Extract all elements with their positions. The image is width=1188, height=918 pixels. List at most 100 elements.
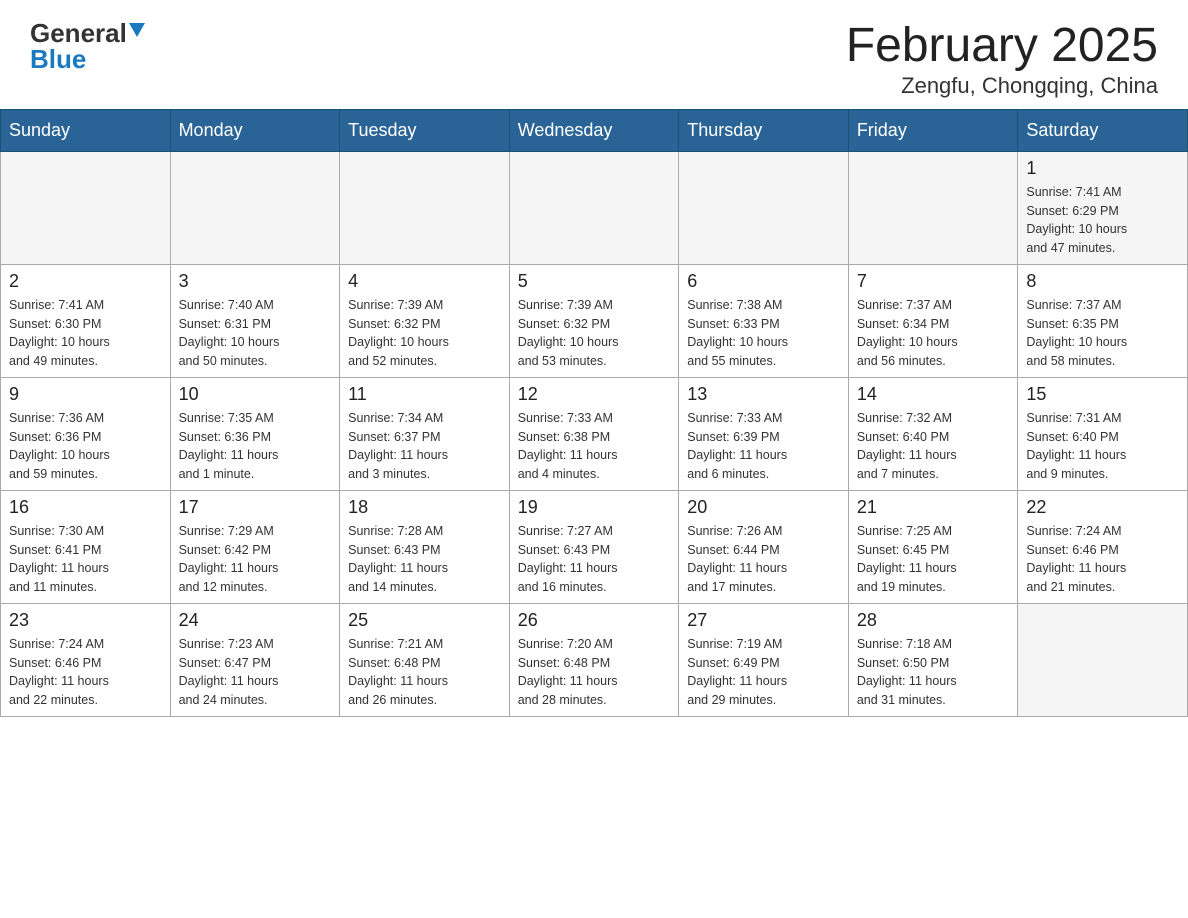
page-header: General Blue February 2025 Zengfu, Chong…: [0, 0, 1188, 109]
day-number: 12: [518, 384, 671, 405]
calendar-day: 19 Sunrise: 7:27 AM Sunset: 6:43 PM Dayli…: [509, 490, 679, 603]
week-row-3: 9 Sunrise: 7:36 AM Sunset: 6:36 PM Daylig…: [1, 377, 1188, 490]
col-monday: Monday: [170, 109, 340, 151]
day-number: 1: [1026, 158, 1179, 179]
day-info: Sunrise: 7:18 AM Sunset: 6:50 PM Dayligh…: [857, 635, 1010, 710]
week-row-5: 23 Sunrise: 7:24 AM Sunset: 6:46 PM Dayli…: [1, 603, 1188, 716]
calendar-day: [340, 151, 510, 264]
day-number: 19: [518, 497, 671, 518]
day-info: Sunrise: 7:34 AM Sunset: 6:37 PM Dayligh…: [348, 409, 501, 484]
day-info: Sunrise: 7:26 AM Sunset: 6:44 PM Dayligh…: [687, 522, 840, 597]
calendar-day: [170, 151, 340, 264]
day-number: 18: [348, 497, 501, 518]
calendar-day: 25Sunrise: 7:21 AM Sunset: 6:48 PM Dayli…: [340, 603, 510, 716]
day-number: 2: [9, 271, 162, 292]
calendar-day: 2 Sunrise: 7:41 AM Sunset: 6:30 PM Daylig…: [1, 264, 171, 377]
calendar-day: 17 Sunrise: 7:29 AM Sunset: 6:42 PM Dayli…: [170, 490, 340, 603]
day-number: 23: [9, 610, 162, 631]
day-info: Sunrise: 7:30 AM Sunset: 6:41 PM Dayligh…: [9, 522, 162, 597]
calendar-day: 28Sunrise: 7:18 AM Sunset: 6:50 PM Dayli…: [848, 603, 1018, 716]
col-sunday: Sunday: [1, 109, 171, 151]
calendar-day: 8Sunrise: 7:37 AM Sunset: 6:35 PM Daylig…: [1018, 264, 1188, 377]
day-number: 9: [9, 384, 162, 405]
col-wednesday: Wednesday: [509, 109, 679, 151]
calendar-header-row: Sunday Monday Tuesday Wednesday Thursday…: [1, 109, 1188, 151]
calendar-day: 14Sunrise: 7:32 AM Sunset: 6:40 PM Dayli…: [848, 377, 1018, 490]
calendar-day: [679, 151, 849, 264]
calendar-day: 22 Sunrise: 7:24 AM Sunset: 6:46 PM Dayli…: [1018, 490, 1188, 603]
calendar-day: 27 Sunrise: 7:19 AM Sunset: 6:49 PM Dayli…: [679, 603, 849, 716]
day-info: Sunrise: 7:39 AM Sunset: 6:32 PM Dayligh…: [348, 296, 501, 371]
day-info: Sunrise: 7:36 AM Sunset: 6:36 PM Dayligh…: [9, 409, 162, 484]
calendar-day: 16 Sunrise: 7:30 AM Sunset: 6:41 PM Dayli…: [1, 490, 171, 603]
day-info: Sunrise: 7:39 AM Sunset: 6:32 PM Dayligh…: [518, 296, 671, 371]
calendar-day: 10Sunrise: 7:35 AM Sunset: 6:36 PM Dayli…: [170, 377, 340, 490]
calendar-day: 24 Sunrise: 7:23 AM Sunset: 6:47 PM Dayli…: [170, 603, 340, 716]
calendar-day: 21 Sunrise: 7:25 AM Sunset: 6:45 PM Dayli…: [848, 490, 1018, 603]
day-number: 4: [348, 271, 501, 292]
day-info: Sunrise: 7:40 AM Sunset: 6:31 PM Dayligh…: [179, 296, 332, 371]
calendar-day: 4 Sunrise: 7:39 AM Sunset: 6:32 PM Daylig…: [340, 264, 510, 377]
day-info: Sunrise: 7:41 AM Sunset: 6:29 PM Dayligh…: [1026, 183, 1179, 258]
calendar-day: 23 Sunrise: 7:24 AM Sunset: 6:46 PM Dayli…: [1, 603, 171, 716]
day-number: 24: [179, 610, 332, 631]
day-info: Sunrise: 7:20 AM Sunset: 6:48 PM Dayligh…: [518, 635, 671, 710]
day-number: 11: [348, 384, 501, 405]
day-info: Sunrise: 7:27 AM Sunset: 6:43 PM Dayligh…: [518, 522, 671, 597]
day-info: Sunrise: 7:24 AM Sunset: 6:46 PM Dayligh…: [9, 635, 162, 710]
day-number: 5: [518, 271, 671, 292]
day-info: Sunrise: 7:21 AM Sunset: 6:48 PM Dayligh…: [348, 635, 501, 710]
day-info: Sunrise: 7:24 AM Sunset: 6:46 PM Dayligh…: [1026, 522, 1179, 597]
calendar-day: 20 Sunrise: 7:26 AM Sunset: 6:44 PM Dayli…: [679, 490, 849, 603]
calendar-day: 12Sunrise: 7:33 AM Sunset: 6:38 PM Dayli…: [509, 377, 679, 490]
calendar-day: 26 Sunrise: 7:20 AM Sunset: 6:48 PM Dayli…: [509, 603, 679, 716]
calendar-day: 9 Sunrise: 7:36 AM Sunset: 6:36 PM Daylig…: [1, 377, 171, 490]
calendar-day: 6 Sunrise: 7:38 AM Sunset: 6:33 PM Daylig…: [679, 264, 849, 377]
logo-blue-text: Blue: [30, 46, 86, 72]
day-info: Sunrise: 7:19 AM Sunset: 6:49 PM Dayligh…: [687, 635, 840, 710]
day-info: Sunrise: 7:41 AM Sunset: 6:30 PM Dayligh…: [9, 296, 162, 371]
calendar-day: [1018, 603, 1188, 716]
day-info: Sunrise: 7:29 AM Sunset: 6:42 PM Dayligh…: [179, 522, 332, 597]
day-info: Sunrise: 7:38 AM Sunset: 6:33 PM Dayligh…: [687, 296, 840, 371]
col-tuesday: Tuesday: [340, 109, 510, 151]
col-friday: Friday: [848, 109, 1018, 151]
calendar-day: 1 Sunrise: 7:41 AM Sunset: 6:29 PM Daylig…: [1018, 151, 1188, 264]
day-number: 8: [1026, 271, 1179, 292]
calendar-day: 13Sunrise: 7:33 AM Sunset: 6:39 PM Dayli…: [679, 377, 849, 490]
day-number: 20: [687, 497, 840, 518]
day-number: 17: [179, 497, 332, 518]
day-info: Sunrise: 7:35 AM Sunset: 6:36 PM Dayligh…: [179, 409, 332, 484]
day-number: 7: [857, 271, 1010, 292]
calendar-day: [509, 151, 679, 264]
calendar-day: [848, 151, 1018, 264]
logo-triangle-icon: [129, 23, 145, 37]
week-row-2: 2 Sunrise: 7:41 AM Sunset: 6:30 PM Daylig…: [1, 264, 1188, 377]
week-row-4: 16 Sunrise: 7:30 AM Sunset: 6:41 PM Dayli…: [1, 490, 1188, 603]
day-number: 26: [518, 610, 671, 631]
calendar-day: 3Sunrise: 7:40 AM Sunset: 6:31 PM Daylig…: [170, 264, 340, 377]
logo-general-text: General: [30, 20, 127, 46]
day-number: 22: [1026, 497, 1179, 518]
logo: General Blue: [30, 20, 145, 72]
day-info: Sunrise: 7:33 AM Sunset: 6:39 PM Dayligh…: [687, 409, 840, 484]
title-block: February 2025 Zengfu, Chongqing, China: [846, 20, 1158, 99]
day-number: 6: [687, 271, 840, 292]
col-thursday: Thursday: [679, 109, 849, 151]
calendar-table: Sunday Monday Tuesday Wednesday Thursday…: [0, 109, 1188, 717]
day-info: Sunrise: 7:32 AM Sunset: 6:40 PM Dayligh…: [857, 409, 1010, 484]
calendar-day: [1, 151, 171, 264]
calendar-day: 11 Sunrise: 7:34 AM Sunset: 6:37 PM Dayli…: [340, 377, 510, 490]
calendar-day: 5 Sunrise: 7:39 AM Sunset: 6:32 PM Daylig…: [509, 264, 679, 377]
month-title: February 2025: [846, 20, 1158, 73]
col-saturday: Saturday: [1018, 109, 1188, 151]
day-info: Sunrise: 7:23 AM Sunset: 6:47 PM Dayligh…: [179, 635, 332, 710]
day-number: 21: [857, 497, 1010, 518]
day-info: Sunrise: 7:28 AM Sunset: 6:43 PM Dayligh…: [348, 522, 501, 597]
day-number: 16: [9, 497, 162, 518]
day-info: Sunrise: 7:31 AM Sunset: 6:40 PM Dayligh…: [1026, 409, 1179, 484]
calendar-day: 15Sunrise: 7:31 AM Sunset: 6:40 PM Dayli…: [1018, 377, 1188, 490]
day-info: Sunrise: 7:25 AM Sunset: 6:45 PM Dayligh…: [857, 522, 1010, 597]
day-number: 27: [687, 610, 840, 631]
day-info: Sunrise: 7:37 AM Sunset: 6:34 PM Dayligh…: [857, 296, 1010, 371]
